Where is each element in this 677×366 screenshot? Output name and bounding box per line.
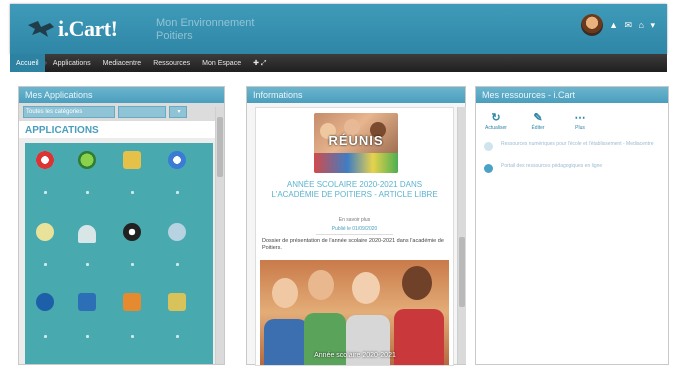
nav-item-applications[interactable]: Applications — [47, 54, 97, 72]
informations-panel: Informations RÉUNIS ANNÉE SCOLAIRE 2020-… — [246, 86, 466, 366]
edit-icon: ✎ — [533, 112, 543, 124]
grid-dot — [44, 335, 47, 338]
main-navbar: Accueil › Applications Mediacentre Resso… — [10, 54, 667, 72]
informations-panel-title: Informations — [247, 87, 465, 103]
news-article[interactable]: RÉUNIS ANNÉE SCOLAIRE 2020-2021 DANS L'A… — [255, 107, 454, 366]
tagline-line-1: Mon Environnement — [156, 17, 255, 29]
grid-dot — [176, 335, 179, 338]
applications-panel-title: Mes Applications — [19, 87, 224, 103]
applications-heading: APPLICATIONS — [19, 121, 224, 138]
article-title[interactable]: ANNÉE SCOLAIRE 2020-2021 DANS L'ACADÉMIE… — [268, 180, 441, 200]
grid-dot — [86, 335, 89, 338]
resource-item[interactable]: Portail des ressources pédagogiques en l… — [476, 157, 668, 179]
resource-item[interactable]: Ressources numériques pour l'école et l'… — [476, 135, 668, 157]
avatar[interactable] — [581, 14, 604, 36]
nav-item-accueil[interactable]: Accueil — [10, 54, 45, 72]
more-label: Plus — [575, 125, 585, 131]
informations-scroll-thumb[interactable] — [459, 237, 465, 307]
app-calendar-icon[interactable] — [78, 293, 96, 311]
top-banner: i.Cart! Mon Environnement Poitiers ▲ ✉ ⌂… — [10, 4, 667, 54]
article-byline[interactable]: En savoir plus — [256, 217, 453, 223]
resource-bullet-icon — [484, 164, 493, 173]
app-red-icon[interactable] — [36, 151, 54, 169]
more-icon: ⋯ — [574, 112, 586, 124]
nav-item-ressources[interactable]: Ressources — [147, 54, 196, 72]
user-area: ▲ ✉ ⌂ ▾ — [581, 14, 657, 36]
app-blue-icon[interactable] — [168, 151, 186, 169]
refresh-label: Actualiser — [485, 125, 507, 131]
app-green-icon[interactable] — [78, 151, 96, 169]
resource-item-label[interactable]: Ressources numériques pour l'école et l'… — [501, 141, 654, 148]
nav-item-mediacentre[interactable]: Mediacentre — [97, 54, 148, 72]
logo-text: i.Cart! — [58, 16, 118, 41]
app-cloud-icon[interactable] — [78, 225, 96, 243]
grid-dot — [44, 191, 47, 194]
app-yellow-icon[interactable] — [123, 151, 141, 169]
grid-dot — [86, 263, 89, 266]
resource-item-label[interactable]: Portail des ressources pédagogiques en l… — [501, 163, 602, 170]
applications-grid — [25, 143, 213, 364]
app-dark-icon[interactable] — [123, 223, 141, 241]
article-date: Publié le 01/09/2020 — [316, 226, 393, 235]
category-select[interactable]: Toutes les catégories — [23, 106, 115, 118]
grid-dot — [86, 191, 89, 194]
nav-add-icon[interactable]: ✚ ⤢ — [247, 54, 272, 72]
applications-scroll-thumb[interactable] — [217, 117, 223, 177]
grid-dot — [44, 263, 47, 266]
logo[interactable]: i.Cart! — [26, 16, 118, 42]
category-selector: Toutes les catégories ▾ — [19, 103, 224, 121]
hero-word: RÉUNIS — [328, 133, 384, 148]
grid-dot — [131, 263, 134, 266]
informations-scrollbar[interactable] — [457, 107, 466, 364]
grid-dot — [131, 335, 134, 338]
photo-caption: Année scolaire 2020-2021 — [314, 352, 396, 359]
edit-label: Éditer — [531, 125, 545, 131]
hero-image: RÉUNIS — [314, 113, 398, 173]
app-globe-icon[interactable] — [168, 223, 186, 241]
bird-logo-icon — [26, 19, 56, 39]
user-menu-icons[interactable]: ▲ ✉ ⌂ ▾ — [609, 20, 657, 31]
resources-panel: Mes ressources - i.Cart ↻ Actualiser ✎ É… — [475, 86, 669, 365]
grid-dot — [131, 191, 134, 194]
article-body: Dossier de présentation de l'année scola… — [262, 238, 444, 251]
select-arrow-icon[interactable]: ▾ — [169, 106, 187, 118]
filter-select[interactable] — [118, 106, 166, 118]
tagline-line-2: Poitiers — [156, 30, 193, 42]
resources-panel-title: Mes ressources - i.Cart — [476, 87, 668, 103]
app-sun-icon[interactable] — [36, 223, 54, 241]
app-compass-icon[interactable] — [36, 293, 54, 311]
edit-button[interactable]: ✎ Éditer — [524, 111, 552, 131]
applications-scrollbar[interactable] — [215, 107, 224, 364]
resource-bullet-icon — [484, 142, 493, 151]
applications-panel: Mes Applications Toutes les catégories ▾… — [18, 86, 225, 365]
tagline: Mon Environnement Poitiers — [156, 17, 254, 43]
app-orange-icon[interactable] — [123, 293, 141, 311]
refresh-icon: ↻ — [491, 112, 501, 124]
app-notes-icon[interactable] — [168, 293, 186, 311]
resources-actions: ↻ Actualiser ✎ Éditer ⋯ Plus — [476, 103, 668, 135]
grid-dot — [176, 191, 179, 194]
article-photo: Année scolaire 2020-2021 — [260, 260, 449, 365]
refresh-button[interactable]: ↻ Actualiser — [482, 111, 510, 131]
more-button[interactable]: ⋯ Plus — [566, 111, 594, 131]
nav-item-mon-espace[interactable]: Mon Espace — [196, 54, 247, 72]
grid-dot — [176, 263, 179, 266]
